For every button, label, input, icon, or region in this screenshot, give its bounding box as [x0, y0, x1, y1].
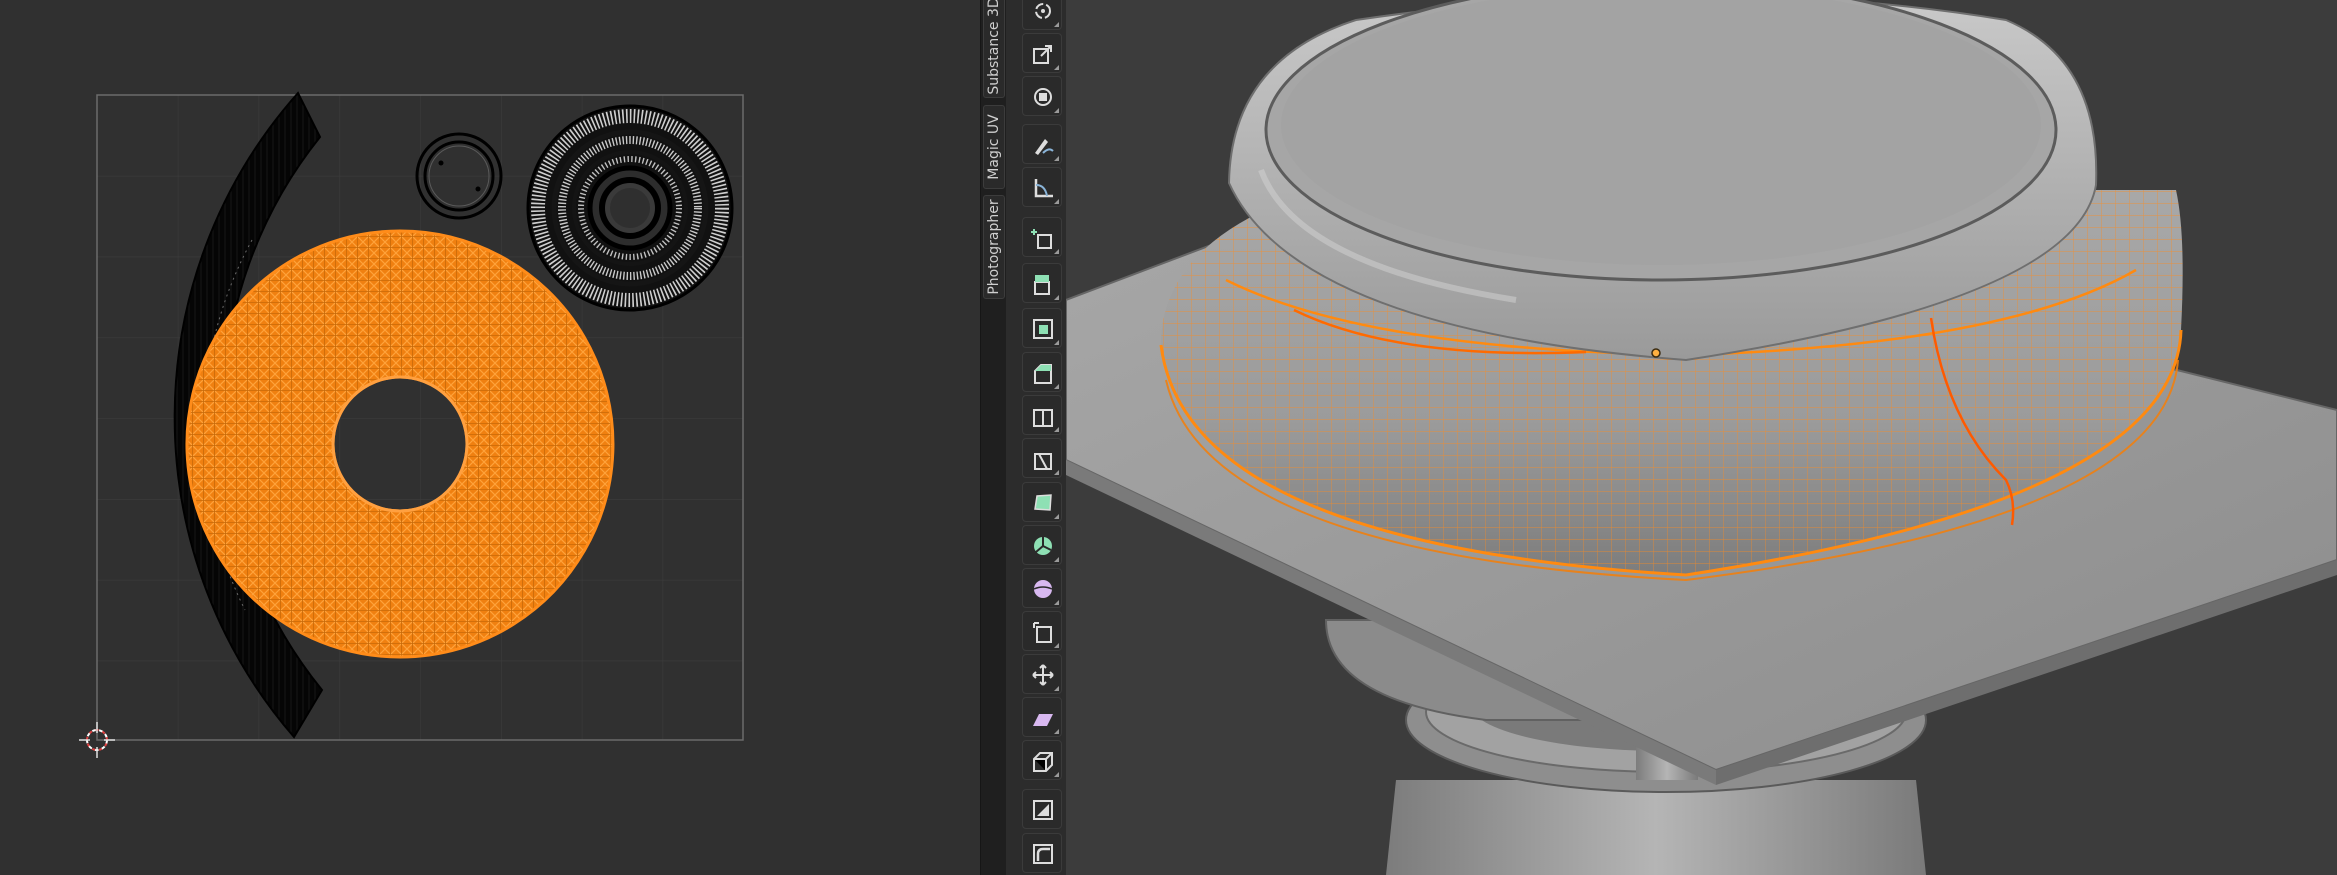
tab-substance-3d[interactable]: Substance 3D	[983, 0, 1005, 98]
shrink-fatten-icon	[1032, 664, 1054, 686]
measure-tool-button[interactable]	[1022, 167, 1062, 207]
loop-cut-icon	[1033, 409, 1053, 427]
rotate-icon	[1035, 3, 1051, 19]
uv-editor[interactable]	[0, 0, 980, 875]
shear-icon	[1033, 714, 1053, 726]
inset-faces-icon	[1033, 319, 1053, 339]
tab-magic-uv[interactable]: Magic UV	[983, 105, 1005, 189]
edge-slide-tool-button[interactable]	[1022, 611, 1062, 651]
spin-icon	[1034, 537, 1052, 555]
add-cube-tool-button[interactable]	[1022, 217, 1062, 257]
rip-tool-button[interactable]	[1022, 740, 1062, 780]
annotate-icon	[1035, 139, 1054, 155]
knife-tool-button[interactable]	[1022, 438, 1062, 478]
tab-photographer[interactable]: Photographer	[983, 195, 1005, 299]
uv-canvas[interactable]	[0, 0, 980, 875]
extrude-region-icon	[1034, 275, 1050, 295]
object-origin-icon[interactable]	[1651, 348, 1661, 358]
tab-magic-uv-label: Magic UV	[986, 114, 1002, 180]
transform-icon	[1034, 88, 1052, 106]
loop-cut-tool-button[interactable]	[1022, 395, 1062, 435]
scale-tool-button[interactable]	[1022, 33, 1062, 73]
bevel-icon	[1034, 364, 1052, 384]
tab-photographer-label: Photographer	[986, 199, 1002, 295]
uv-stitch-icon	[1033, 844, 1053, 864]
measure-icon	[1034, 179, 1053, 198]
rotate-tool-button[interactable]	[1022, 0, 1062, 30]
tab-substance-3d-label: Substance 3D	[986, 0, 1002, 95]
scale-icon	[1033, 45, 1052, 64]
spin-tool-button[interactable]	[1022, 525, 1062, 565]
uv-stitch-tool-button[interactable]	[1022, 833, 1062, 873]
shrink-fatten-tool-button[interactable]	[1022, 654, 1062, 694]
bevel-tool-button[interactable]	[1022, 352, 1062, 392]
3d-viewport[interactable]	[1066, 0, 2337, 875]
rip-region-icon	[1033, 752, 1053, 772]
extrude-tool-button[interactable]	[1022, 263, 1062, 303]
smooth-vertices-icon	[1033, 580, 1053, 598]
viewport-canvas[interactable]	[1066, 0, 2337, 875]
uv-select-box-tool-button[interactable]	[1022, 789, 1062, 829]
edge-slide-icon	[1033, 622, 1052, 643]
inset-tool-button[interactable]	[1022, 308, 1062, 348]
n-panel-tabs: Photographer Magic UV Substance 3D	[980, 0, 1008, 875]
uv-select-box-icon	[1033, 800, 1053, 820]
transform-tool-button[interactable]	[1022, 76, 1062, 116]
knife-icon	[1034, 453, 1052, 470]
poly-build-icon	[1034, 494, 1052, 511]
shear-tool-button[interactable]	[1022, 697, 1062, 737]
annotate-tool-button[interactable]	[1022, 124, 1062, 164]
uv-island-concentric-rings[interactable]	[526, 104, 734, 312]
poly-build-tool-button[interactable]	[1022, 482, 1062, 522]
smooth-tool-button[interactable]	[1022, 568, 1062, 608]
add-cube-icon	[1031, 229, 1052, 249]
